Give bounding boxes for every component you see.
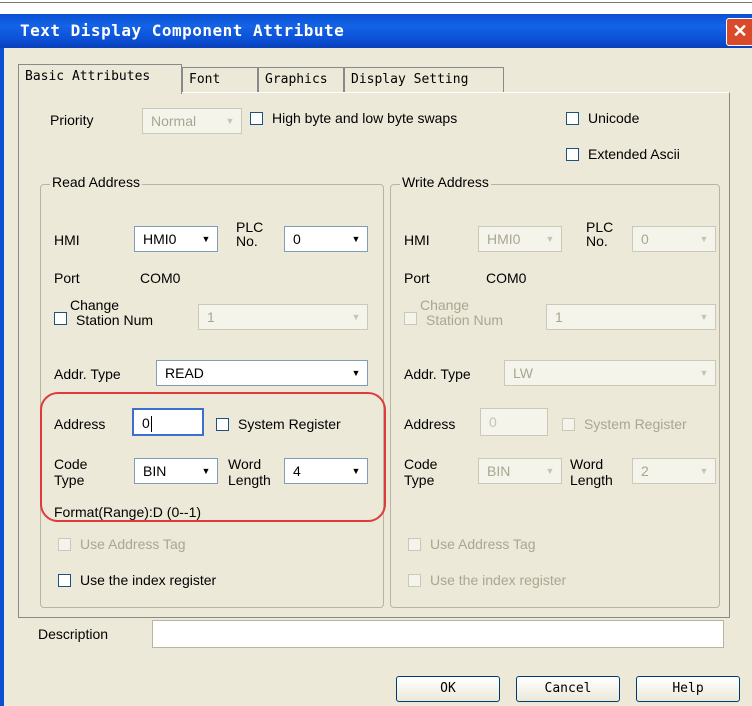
chevron-down-icon: ▼: [699, 368, 709, 378]
chevron-down-icon: ▼: [699, 466, 709, 476]
extended-ascii-label: Extended Ascii: [588, 146, 680, 162]
unicode-checkbox[interactable]: [566, 112, 579, 125]
read-use-index-label: Use the index register: [80, 572, 217, 588]
write-address-label: Address: [404, 416, 456, 432]
write-change-station-label: Change Station Num: [420, 298, 503, 328]
write-code-type-line1: Code: [404, 456, 438, 472]
tab-graphics[interactable]: Graphics: [258, 67, 344, 93]
write-use-tag-checkbox[interactable]: [408, 538, 421, 551]
read-station-value: 1: [207, 309, 215, 325]
write-plc-label: PLC No.: [586, 220, 613, 248]
chevron-down-icon: ▼: [699, 312, 709, 322]
write-address-input[interactable]: 0: [480, 408, 548, 436]
close-icon[interactable]: ✕: [726, 18, 752, 46]
highlight-annotation: [40, 392, 386, 522]
write-word-length-select[interactable]: 2 ▼: [632, 458, 716, 484]
unicode-label: Unicode: [588, 110, 640, 126]
write-change-line1: Change: [420, 297, 470, 313]
write-code-type-value: BIN: [487, 463, 511, 479]
read-station-select[interactable]: 1 ▼: [198, 304, 368, 330]
write-word-length-value: 2: [641, 463, 649, 479]
chevron-down-icon: ▼: [699, 234, 709, 244]
write-port-label: Port: [404, 270, 430, 286]
chevron-down-icon: ▼: [351, 368, 361, 378]
chevron-down-icon: ▼: [545, 466, 555, 476]
window-title: Text Display Component Attribute: [20, 21, 345, 40]
read-plc-label: PLC No.: [236, 220, 263, 248]
read-port-value: COM0: [140, 270, 181, 286]
read-hmi-select[interactable]: HMI0 ▼: [134, 226, 218, 252]
read-addr-type-value: READ: [165, 365, 204, 381]
write-use-index-checkbox[interactable]: [408, 574, 421, 587]
read-addr-type-label: Addr. Type: [54, 366, 121, 382]
write-word-length-line2: Length: [570, 472, 613, 488]
dialog-window: Text Display Component Attribute ✕ Basic…: [0, 0, 752, 706]
priority-select[interactable]: Normal ▼: [142, 108, 242, 134]
description-label: Description: [38, 626, 109, 642]
write-station-select[interactable]: 1 ▼: [546, 304, 716, 330]
read-use-tag-checkbox[interactable]: [58, 538, 71, 551]
write-system-register-label: System Register: [584, 416, 687, 432]
read-change-line2: Station Num: [76, 312, 154, 328]
write-station-value: 1: [555, 309, 563, 325]
tab-basic-attributes[interactable]: Basic Attributes: [18, 64, 182, 94]
read-addr-type-select[interactable]: READ ▼: [156, 360, 368, 386]
read-hmi-label: HMI: [54, 232, 80, 248]
write-hmi-label: HMI: [404, 232, 430, 248]
write-use-tag-label: Use Address Tag: [430, 536, 536, 552]
cancel-button[interactable]: Cancel: [516, 676, 620, 702]
write-addr-type-label: Addr. Type: [404, 366, 471, 382]
write-code-type-label: Code Type: [404, 456, 437, 488]
read-port-label: Port: [54, 270, 80, 286]
title-bar[interactable]: Text Display Component Attribute ✕: [0, 14, 752, 48]
write-plc-label-line2: No.: [586, 233, 608, 249]
chevron-down-icon: ▼: [351, 312, 361, 322]
write-plc-select[interactable]: 0 ▼: [632, 226, 716, 252]
chevron-down-icon: ▼: [225, 116, 235, 126]
write-system-register-checkbox[interactable]: [562, 418, 575, 431]
write-word-length-line1: Word: [570, 456, 604, 472]
write-code-type-select[interactable]: BIN ▼: [478, 458, 562, 484]
write-use-index-label: Use the index register: [430, 572, 567, 588]
dialog-body: Basic Attributes Font Graphics Display S…: [0, 48, 752, 706]
priority-value: Normal: [151, 113, 197, 129]
write-addr-type-value: LW: [513, 365, 533, 381]
ok-button[interactable]: OK: [396, 676, 500, 702]
write-change-station-checkbox[interactable]: [404, 312, 417, 325]
top-edge: [0, 0, 752, 3]
write-address-value: 0: [489, 414, 497, 430]
write-hmi-value: HMI0: [487, 231, 521, 247]
read-hmi-value: HMI0: [143, 231, 177, 247]
write-hmi-select[interactable]: HMI0 ▼: [478, 226, 562, 252]
read-change-line1: Change: [70, 297, 120, 313]
chevron-down-icon: ▼: [201, 234, 211, 244]
write-port-value: COM0: [486, 270, 527, 286]
read-plc-select[interactable]: 0 ▼: [284, 226, 368, 252]
write-word-length-label: Word Length: [570, 456, 613, 488]
read-plc-value: 0: [293, 231, 301, 247]
help-button[interactable]: Help: [636, 676, 740, 702]
chevron-down-icon: ▼: [545, 234, 555, 244]
write-code-type-line2: Type: [404, 472, 435, 488]
read-use-tag-label: Use Address Tag: [80, 536, 186, 552]
description-input[interactable]: [152, 620, 724, 648]
chevron-down-icon: ▼: [351, 234, 361, 244]
write-address-title: Write Address: [400, 174, 491, 190]
priority-label: Priority: [50, 112, 94, 128]
read-plc-label-line2: No.: [236, 233, 258, 249]
read-address-title: Read Address: [50, 174, 142, 190]
read-use-index-checkbox[interactable]: [58, 574, 71, 587]
byte-swap-checkbox[interactable]: [250, 112, 263, 125]
tab-display-setting[interactable]: Display Setting: [344, 67, 504, 93]
read-format-range: Format(Range):D (0--1): [54, 504, 202, 520]
extended-ascii-checkbox[interactable]: [566, 148, 579, 161]
write-change-line2: Station Num: [426, 312, 504, 328]
write-plc-value: 0: [641, 231, 649, 247]
read-change-station-label: Change Station Num: [70, 298, 153, 328]
byte-swap-label: High byte and low byte swaps: [272, 110, 458, 126]
write-addr-type-select[interactable]: LW ▼: [504, 360, 716, 386]
read-change-station-checkbox[interactable]: [54, 312, 67, 325]
tab-font[interactable]: Font: [182, 67, 258, 93]
